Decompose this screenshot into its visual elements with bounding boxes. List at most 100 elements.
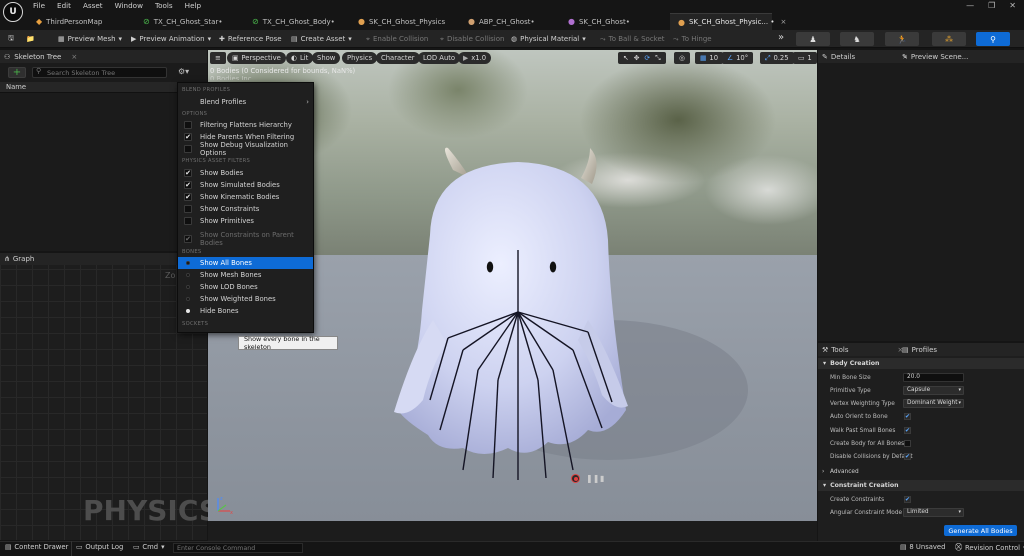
angle-snap-button[interactable]: ∠ 10° [722,52,754,64]
constraint-creation-category[interactable]: ▾ Constraint Creation [818,480,1024,491]
tab-sk-ch-ghost-physicsasset[interactable]: ● SK_CH_Ghost_Physic... • × [670,13,786,30]
disable-collision-button[interactable]: ⌖ Disable Collision [440,32,504,46]
radio-button[interactable] [186,285,190,289]
pause-icon[interactable]: ❚❚ [586,474,599,483]
menu-asset[interactable]: Asset [83,1,103,10]
select-icon[interactable]: ↖ [623,54,629,62]
name-column-header[interactable]: Name [0,82,207,93]
radio-button[interactable] [186,297,190,301]
checkbox[interactable] [184,205,192,213]
tab-tx-ch-ghost-star[interactable]: ⊘ TX_CH_Ghost_Star• [135,13,240,30]
browse-icon[interactable]: 📁 [26,32,35,46]
blend-profiles-menu-item[interactable]: Blend Profiles › [178,96,313,108]
disable-collisions-checkbox[interactable]: ✔ [904,453,911,460]
scale-snap-button[interactable]: ⤢ 0.25 [760,52,794,64]
to-hinge-button[interactable]: ⤳ To Hinge [673,32,712,46]
show-weighted-bones-item[interactable]: Show Weighted Bones [178,293,313,305]
viewport-menu-button[interactable]: ≡ [210,52,226,64]
close-window-icon[interactable]: ✕ [1009,1,1016,10]
physical-material-button[interactable]: ◍ Physical Material ▾ [511,32,586,46]
tab-tx-ch-ghost-body[interactable]: ⊘ TX_CH_Ghost_Body• [244,13,349,30]
checkbox-checked[interactable]: ✔ [184,133,192,141]
show-button[interactable]: Show [312,52,341,64]
menu-tools[interactable]: Tools [155,1,173,10]
checkbox[interactable] [184,217,192,225]
generate-all-bodies-button[interactable]: Generate All Bodies [944,525,1017,536]
min-bone-size-input[interactable]: 20.0 [903,373,964,382]
filtering-flattens-hierarchy-item[interactable]: Filtering Flattens Hierarchy [178,119,313,131]
walk-past-checkbox[interactable]: ✔ [904,427,911,434]
angular-mode-select[interactable]: Limited ▾ [903,508,964,517]
show-kinematic-bodies-item[interactable]: ✔ Show Kinematic Bodies [178,191,313,203]
rotate-icon[interactable]: ⟳ [644,54,650,62]
checkbox[interactable] [184,121,192,129]
tab-profiles[interactable]: ▤ Profiles [902,343,937,356]
show-bodies-item[interactable]: ✔ Show Bodies [178,167,313,179]
menu-help[interactable]: Help [185,1,201,10]
lod-button[interactable]: LOD Auto [418,52,461,64]
skeleton-mode-button[interactable]: ♟ [796,32,830,46]
to-ball-socket-button[interactable]: ⤳ To Ball & Socket [600,32,665,46]
tab-abp-ch-ghost[interactable]: ● ABP_CH_Ghost• [460,13,555,30]
close-tab-icon[interactable]: × [780,18,786,26]
tab-details[interactable]: ✎ Details × [822,50,908,63]
advanced-row[interactable]: › Advanced [818,465,1024,478]
perspective-button[interactable]: ▣ Perspective [227,52,286,64]
menu-window[interactable]: Window [115,1,143,10]
maximize-icon[interactable]: ❐ [988,1,995,10]
physics-button[interactable]: Physics [342,52,378,64]
tab-thirdpersonmap[interactable]: ◆ ThirdPersonMap [28,13,128,30]
reference-pose-button[interactable]: ✚ Reference Pose [219,32,282,46]
show-constraints-item[interactable]: Show Constraints [178,203,313,215]
menu-file[interactable]: File [33,1,45,10]
enable-collision-button[interactable]: ⌖ Enable Collision [366,32,428,46]
show-all-bones-item[interactable]: Show All Bones [178,257,313,269]
output-log-button[interactable]: ▭ Output Log [76,543,123,551]
minimize-icon[interactable]: — [966,1,974,10]
hide-bones-item[interactable]: Hide Bones [178,305,313,317]
cmd-button[interactable]: ▭ Cmd ▾ [133,543,165,551]
tab-preview-scene[interactable]: ✎ Preview Scene... [902,50,968,63]
create-asset-button[interactable]: ▤ Create Asset ▾ [291,32,352,46]
stop-icon[interactable]: ▮ [600,474,604,483]
playback-speed-button[interactable]: ▶ x1.0 [458,52,492,64]
radio-button-selected[interactable] [186,309,190,313]
create-body-all-checkbox[interactable] [904,440,911,447]
show-mesh-bones-item[interactable]: Show Mesh Bones [178,269,313,281]
checkbox-checked[interactable]: ✔ [184,181,192,189]
add-button[interactable]: + [8,67,26,78]
revision-control-button[interactable]: ⛒Revision Control▾ [955,543,1024,552]
menu-edit[interactable]: Edit [57,1,71,10]
show-simulated-bodies-item[interactable]: ✔ Show Simulated Bodies [178,179,313,191]
tab-tools[interactable]: ⚒ Tools × [822,343,903,356]
primitive-type-select[interactable]: Capsule ▾ [903,386,964,395]
show-debug-visualization-item[interactable]: Show Debug Visualization Options [178,141,313,157]
checkbox-checked[interactable]: ✔ [184,193,192,201]
vertex-weighting-select[interactable]: Dominant Weight ▾ [903,399,964,408]
preview-animation-button[interactable]: ▶ Preview Animation ▾ [131,32,211,46]
animation-mode-button[interactable]: 🏃 [885,32,919,46]
tab-sk-ch-ghost-physics[interactable]: ● SK_CH_Ghost_Physics [350,13,455,30]
unsaved-button[interactable]: ▤ 8 Unsaved [900,543,945,551]
physics-mode-button[interactable]: ⚲ [976,32,1010,46]
scale-icon[interactable]: ⤡ [655,54,660,63]
save-icon[interactable]: 🖫 [8,32,14,46]
body-creation-category[interactable]: ▾ Body Creation [818,358,1024,369]
blueprint-mode-button[interactable]: ⁂ [932,32,966,46]
skeleton-search-input[interactable] [32,67,167,78]
tab-sk-ch-ghost[interactable]: ● SK_CH_Ghost• [560,13,665,30]
radio-button[interactable] [186,261,190,265]
auto-orient-checkbox[interactable]: ✔ [904,413,911,420]
show-primitives-item[interactable]: Show Primitives [178,215,313,227]
more-toolbar-icon[interactable]: » [778,30,784,44]
close-panel-icon[interactable]: × [71,53,77,61]
settings-gear-icon[interactable]: ⚙▾ [178,67,189,76]
content-drawer-button[interactable]: ▤ Content Drawer [5,543,68,551]
world-space-button[interactable]: ◎ [674,52,690,64]
preview-mesh-button[interactable]: ▦ Preview Mesh ▾ [58,32,122,46]
checkbox[interactable] [184,145,192,153]
radio-button[interactable] [186,273,190,277]
translate-icon[interactable]: ✥ [634,54,640,62]
unreal-logo-icon[interactable]: U [3,2,23,22]
checkbox-checked[interactable]: ✔ [184,169,192,177]
